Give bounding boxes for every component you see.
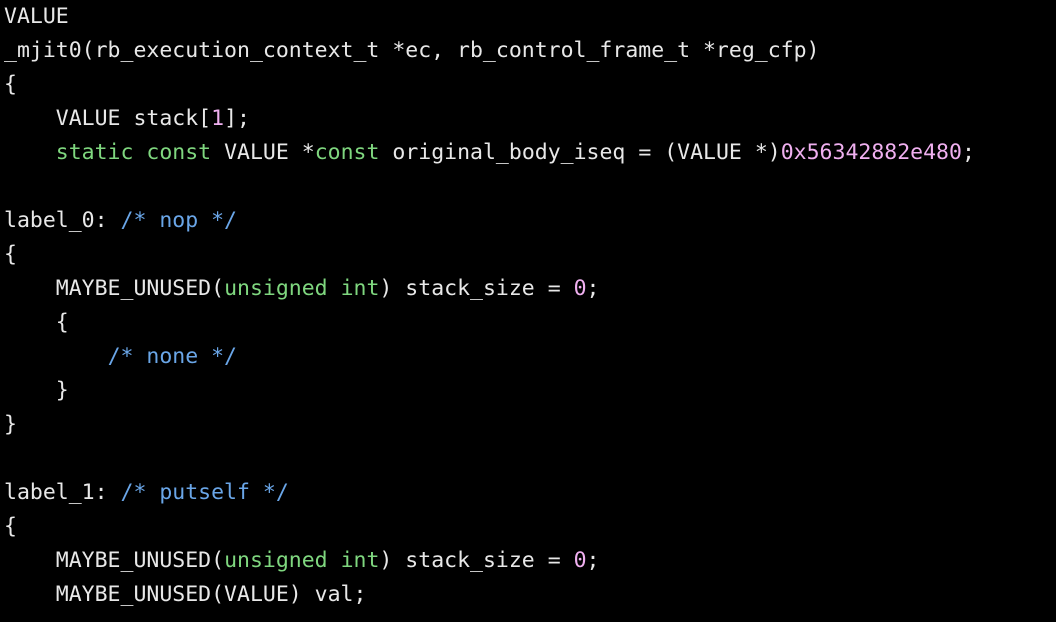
- code-line: {: [4, 72, 17, 97]
- code-line: VALUE: [4, 4, 69, 29]
- code-line: }: [4, 378, 69, 403]
- code-line: MAYBE_UNUSED(unsigned int) stack_size = …: [4, 548, 600, 573]
- code-line: }: [4, 412, 17, 437]
- code-line: VALUE stack[1];: [4, 106, 250, 131]
- code-line: {: [4, 310, 69, 335]
- code-line: MAYBE_UNUSED(unsigned int) stack_size = …: [4, 276, 600, 301]
- code-line: {: [4, 514, 17, 539]
- code-line: [4, 446, 17, 471]
- code-line: {: [4, 242, 17, 267]
- code-line: label_1: /* putself */: [4, 480, 289, 505]
- code-line: MAYBE_UNUSED(VALUE) val;: [4, 582, 366, 607]
- code-line: _mjit0(rb_execution_context_t *ec, rb_co…: [4, 38, 819, 63]
- code-line: label_0: /* nop */: [4, 208, 237, 233]
- code-line: static const VALUE *const original_body_…: [4, 140, 975, 165]
- code-block: VALUE _mjit0(rb_execution_context_t *ec,…: [0, 0, 1056, 612]
- code-line: [4, 174, 17, 199]
- code-line: /* none */: [4, 344, 237, 369]
